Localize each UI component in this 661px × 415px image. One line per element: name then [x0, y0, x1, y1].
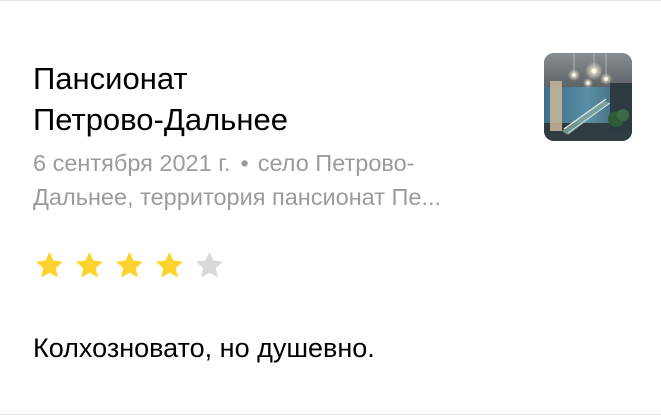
- star-filled-icon: [116, 252, 143, 277]
- star-empty-icon: [196, 252, 223, 277]
- place-name[interactable]: Пансионат Петрово-Дальнее: [33, 58, 513, 140]
- place-address-line2: Дальнее, территория пансионат Пе...: [33, 184, 442, 210]
- meta-separator: •: [240, 150, 249, 176]
- rating-stars: [36, 252, 223, 279]
- place-photo-thumbnail[interactable]: [544, 53, 632, 141]
- place-name-line2: Петрово-Дальнее: [33, 102, 288, 137]
- review-card: Пансионат Петрово-Дальнее 6 сентября 202…: [0, 0, 661, 415]
- review-meta: 6 сентября 2021 г. • село Петрово- Дальнее…: [33, 146, 523, 214]
- place-address-line1: село Петрово-: [257, 150, 415, 176]
- place-name-line1: Пансионат: [33, 61, 188, 96]
- hotel-interior-photo: [544, 53, 632, 141]
- review-date: 6 сентября 2021 г.: [33, 150, 231, 176]
- star-filled-icon: [76, 252, 103, 277]
- star-filled-icon: [36, 252, 63, 277]
- star-filled-icon: [156, 252, 183, 277]
- review-text: Колхозновато, но душевно.: [33, 333, 375, 363]
